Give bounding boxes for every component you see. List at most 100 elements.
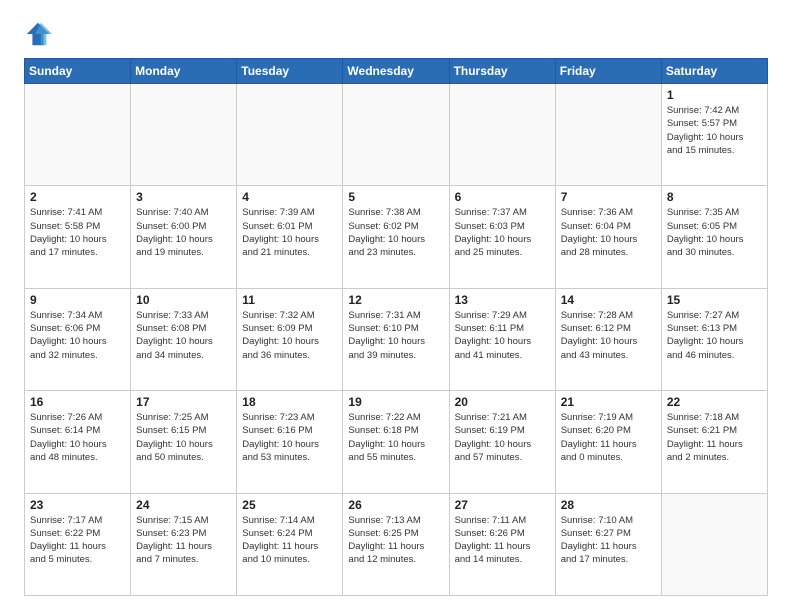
day-number: 10 [136, 293, 231, 307]
week-row-3: 9 Sunrise: 7:34 AM Sunset: 6:06 PM Daylig… [25, 288, 768, 390]
day-info: Sunrise: 7:23 AM Sunset: 6:16 PM Dayligh… [242, 411, 337, 464]
day-number: 5 [348, 190, 443, 204]
day-info: Sunrise: 7:34 AM Sunset: 6:06 PM Dayligh… [30, 309, 125, 362]
day-number: 11 [242, 293, 337, 307]
calendar-cell: 25 Sunrise: 7:14 AM Sunset: 6:24 PM Dayli… [237, 493, 343, 595]
day-number: 8 [667, 190, 762, 204]
day-info: Sunrise: 7:27 AM Sunset: 6:13 PM Dayligh… [667, 309, 762, 362]
day-info: Sunrise: 7:33 AM Sunset: 6:08 PM Dayligh… [136, 309, 231, 362]
day-info: Sunrise: 7:13 AM Sunset: 6:25 PM Dayligh… [348, 514, 443, 567]
day-info: Sunrise: 7:26 AM Sunset: 6:14 PM Dayligh… [30, 411, 125, 464]
calendar-cell: 3 Sunrise: 7:40 AM Sunset: 6:00 PM Daylig… [131, 186, 237, 288]
weekday-thursday: Thursday [449, 59, 555, 84]
weekday-tuesday: Tuesday [237, 59, 343, 84]
day-info: Sunrise: 7:32 AM Sunset: 6:09 PM Dayligh… [242, 309, 337, 362]
day-info: Sunrise: 7:19 AM Sunset: 6:20 PM Dayligh… [561, 411, 656, 464]
day-number: 4 [242, 190, 337, 204]
calendar-cell: 8Sunrise: 7:35 AM Sunset: 6:05 PM Daylig… [661, 186, 767, 288]
weekday-header-row: SundayMondayTuesdayWednesdayThursdayFrid… [25, 59, 768, 84]
day-number: 6 [455, 190, 550, 204]
day-number: 23 [30, 498, 125, 512]
day-number: 3 [136, 190, 231, 204]
calendar-cell: 17 Sunrise: 7:25 AM Sunset: 6:15 PM Dayli… [131, 391, 237, 493]
calendar-cell: 7Sunrise: 7:36 AM Sunset: 6:04 PM Daylig… [555, 186, 661, 288]
calendar-cell: 4 Sunrise: 7:39 AM Sunset: 6:01 PM Daylig… [237, 186, 343, 288]
day-number: 15 [667, 293, 762, 307]
calendar-cell: 15 Sunrise: 7:27 AM Sunset: 6:13 PM Dayli… [661, 288, 767, 390]
day-info: Sunrise: 7:40 AM Sunset: 6:00 PM Dayligh… [136, 206, 231, 259]
calendar-cell: 27 Sunrise: 7:11 AM Sunset: 6:26 PM Dayli… [449, 493, 555, 595]
calendar-cell: 6 Sunrise: 7:37 AM Sunset: 6:03 PM Daylig… [449, 186, 555, 288]
day-number: 19 [348, 395, 443, 409]
day-number: 27 [455, 498, 550, 512]
page: SundayMondayTuesdayWednesdayThursdayFrid… [0, 0, 792, 612]
calendar-cell: 24 Sunrise: 7:15 AM Sunset: 6:23 PM Dayli… [131, 493, 237, 595]
day-number: 25 [242, 498, 337, 512]
day-number: 9 [30, 293, 125, 307]
day-info: Sunrise: 7:29 AM Sunset: 6:11 PM Dayligh… [455, 309, 550, 362]
calendar-cell [131, 84, 237, 186]
day-info: Sunrise: 7:31 AM Sunset: 6:10 PM Dayligh… [348, 309, 443, 362]
day-info: Sunrise: 7:14 AM Sunset: 6:24 PM Dayligh… [242, 514, 337, 567]
calendar-cell [25, 84, 131, 186]
day-info: Sunrise: 7:21 AM Sunset: 6:19 PM Dayligh… [455, 411, 550, 464]
calendar-cell: 14 Sunrise: 7:28 AM Sunset: 6:12 PM Dayli… [555, 288, 661, 390]
day-number: 21 [561, 395, 656, 409]
header [24, 20, 768, 48]
calendar-cell [555, 84, 661, 186]
calendar-cell [343, 84, 449, 186]
day-number: 20 [455, 395, 550, 409]
weekday-wednesday: Wednesday [343, 59, 449, 84]
weekday-saturday: Saturday [661, 59, 767, 84]
weekday-friday: Friday [555, 59, 661, 84]
day-number: 2 [30, 190, 125, 204]
day-number: 14 [561, 293, 656, 307]
calendar-cell: 11 Sunrise: 7:32 AM Sunset: 6:09 PM Dayli… [237, 288, 343, 390]
day-number: 17 [136, 395, 231, 409]
day-info: Sunrise: 7:15 AM Sunset: 6:23 PM Dayligh… [136, 514, 231, 567]
calendar-cell: 13 Sunrise: 7:29 AM Sunset: 6:11 PM Dayli… [449, 288, 555, 390]
day-info: Sunrise: 7:25 AM Sunset: 6:15 PM Dayligh… [136, 411, 231, 464]
calendar-cell: 28Sunrise: 7:10 AM Sunset: 6:27 PM Dayli… [555, 493, 661, 595]
calendar-cell: 22 Sunrise: 7:18 AM Sunset: 6:21 PM Dayli… [661, 391, 767, 493]
calendar-cell: 23 Sunrise: 7:17 AM Sunset: 6:22 PM Dayli… [25, 493, 131, 595]
calendar-cell: 5 Sunrise: 7:38 AM Sunset: 6:02 PM Daylig… [343, 186, 449, 288]
day-info: Sunrise: 7:22 AM Sunset: 6:18 PM Dayligh… [348, 411, 443, 464]
calendar-cell: 2 Sunrise: 7:41 AM Sunset: 5:58 PM Daylig… [25, 186, 131, 288]
day-info: Sunrise: 7:36 AM Sunset: 6:04 PM Dayligh… [561, 206, 656, 259]
calendar-cell: 19 Sunrise: 7:22 AM Sunset: 6:18 PM Dayli… [343, 391, 449, 493]
day-number: 13 [455, 293, 550, 307]
day-info: Sunrise: 7:28 AM Sunset: 6:12 PM Dayligh… [561, 309, 656, 362]
day-number: 24 [136, 498, 231, 512]
day-number: 18 [242, 395, 337, 409]
calendar-cell [449, 84, 555, 186]
day-number: 26 [348, 498, 443, 512]
calendar-cell: 10 Sunrise: 7:33 AM Sunset: 6:08 PM Dayli… [131, 288, 237, 390]
day-info: Sunrise: 7:37 AM Sunset: 6:03 PM Dayligh… [455, 206, 550, 259]
calendar-cell: 18 Sunrise: 7:23 AM Sunset: 6:16 PM Dayli… [237, 391, 343, 493]
day-info: Sunrise: 7:17 AM Sunset: 6:22 PM Dayligh… [30, 514, 125, 567]
logo-icon [24, 20, 52, 48]
day-info: Sunrise: 7:42 AM Sunset: 5:57 PM Dayligh… [667, 104, 762, 157]
calendar-cell: 16Sunrise: 7:26 AM Sunset: 6:14 PM Dayli… [25, 391, 131, 493]
week-row-1: 1 Sunrise: 7:42 AM Sunset: 5:57 PM Daylig… [25, 84, 768, 186]
calendar-cell [661, 493, 767, 595]
calendar-cell: 20 Sunrise: 7:21 AM Sunset: 6:19 PM Dayli… [449, 391, 555, 493]
logo [24, 20, 56, 48]
day-info: Sunrise: 7:11 AM Sunset: 6:26 PM Dayligh… [455, 514, 550, 567]
day-number: 12 [348, 293, 443, 307]
day-info: Sunrise: 7:18 AM Sunset: 6:21 PM Dayligh… [667, 411, 762, 464]
day-number: 22 [667, 395, 762, 409]
calendar-cell [237, 84, 343, 186]
day-info: Sunrise: 7:39 AM Sunset: 6:01 PM Dayligh… [242, 206, 337, 259]
week-row-2: 2 Sunrise: 7:41 AM Sunset: 5:58 PM Daylig… [25, 186, 768, 288]
day-info: Sunrise: 7:38 AM Sunset: 6:02 PM Dayligh… [348, 206, 443, 259]
week-row-5: 23 Sunrise: 7:17 AM Sunset: 6:22 PM Dayli… [25, 493, 768, 595]
calendar-cell: 1 Sunrise: 7:42 AM Sunset: 5:57 PM Daylig… [661, 84, 767, 186]
day-number: 1 [667, 88, 762, 102]
calendar-cell: 12 Sunrise: 7:31 AM Sunset: 6:10 PM Dayli… [343, 288, 449, 390]
calendar-cell: 9 Sunrise: 7:34 AM Sunset: 6:06 PM Daylig… [25, 288, 131, 390]
day-number: 28 [561, 498, 656, 512]
calendar-cell: 26 Sunrise: 7:13 AM Sunset: 6:25 PM Dayli… [343, 493, 449, 595]
day-info: Sunrise: 7:41 AM Sunset: 5:58 PM Dayligh… [30, 206, 125, 259]
